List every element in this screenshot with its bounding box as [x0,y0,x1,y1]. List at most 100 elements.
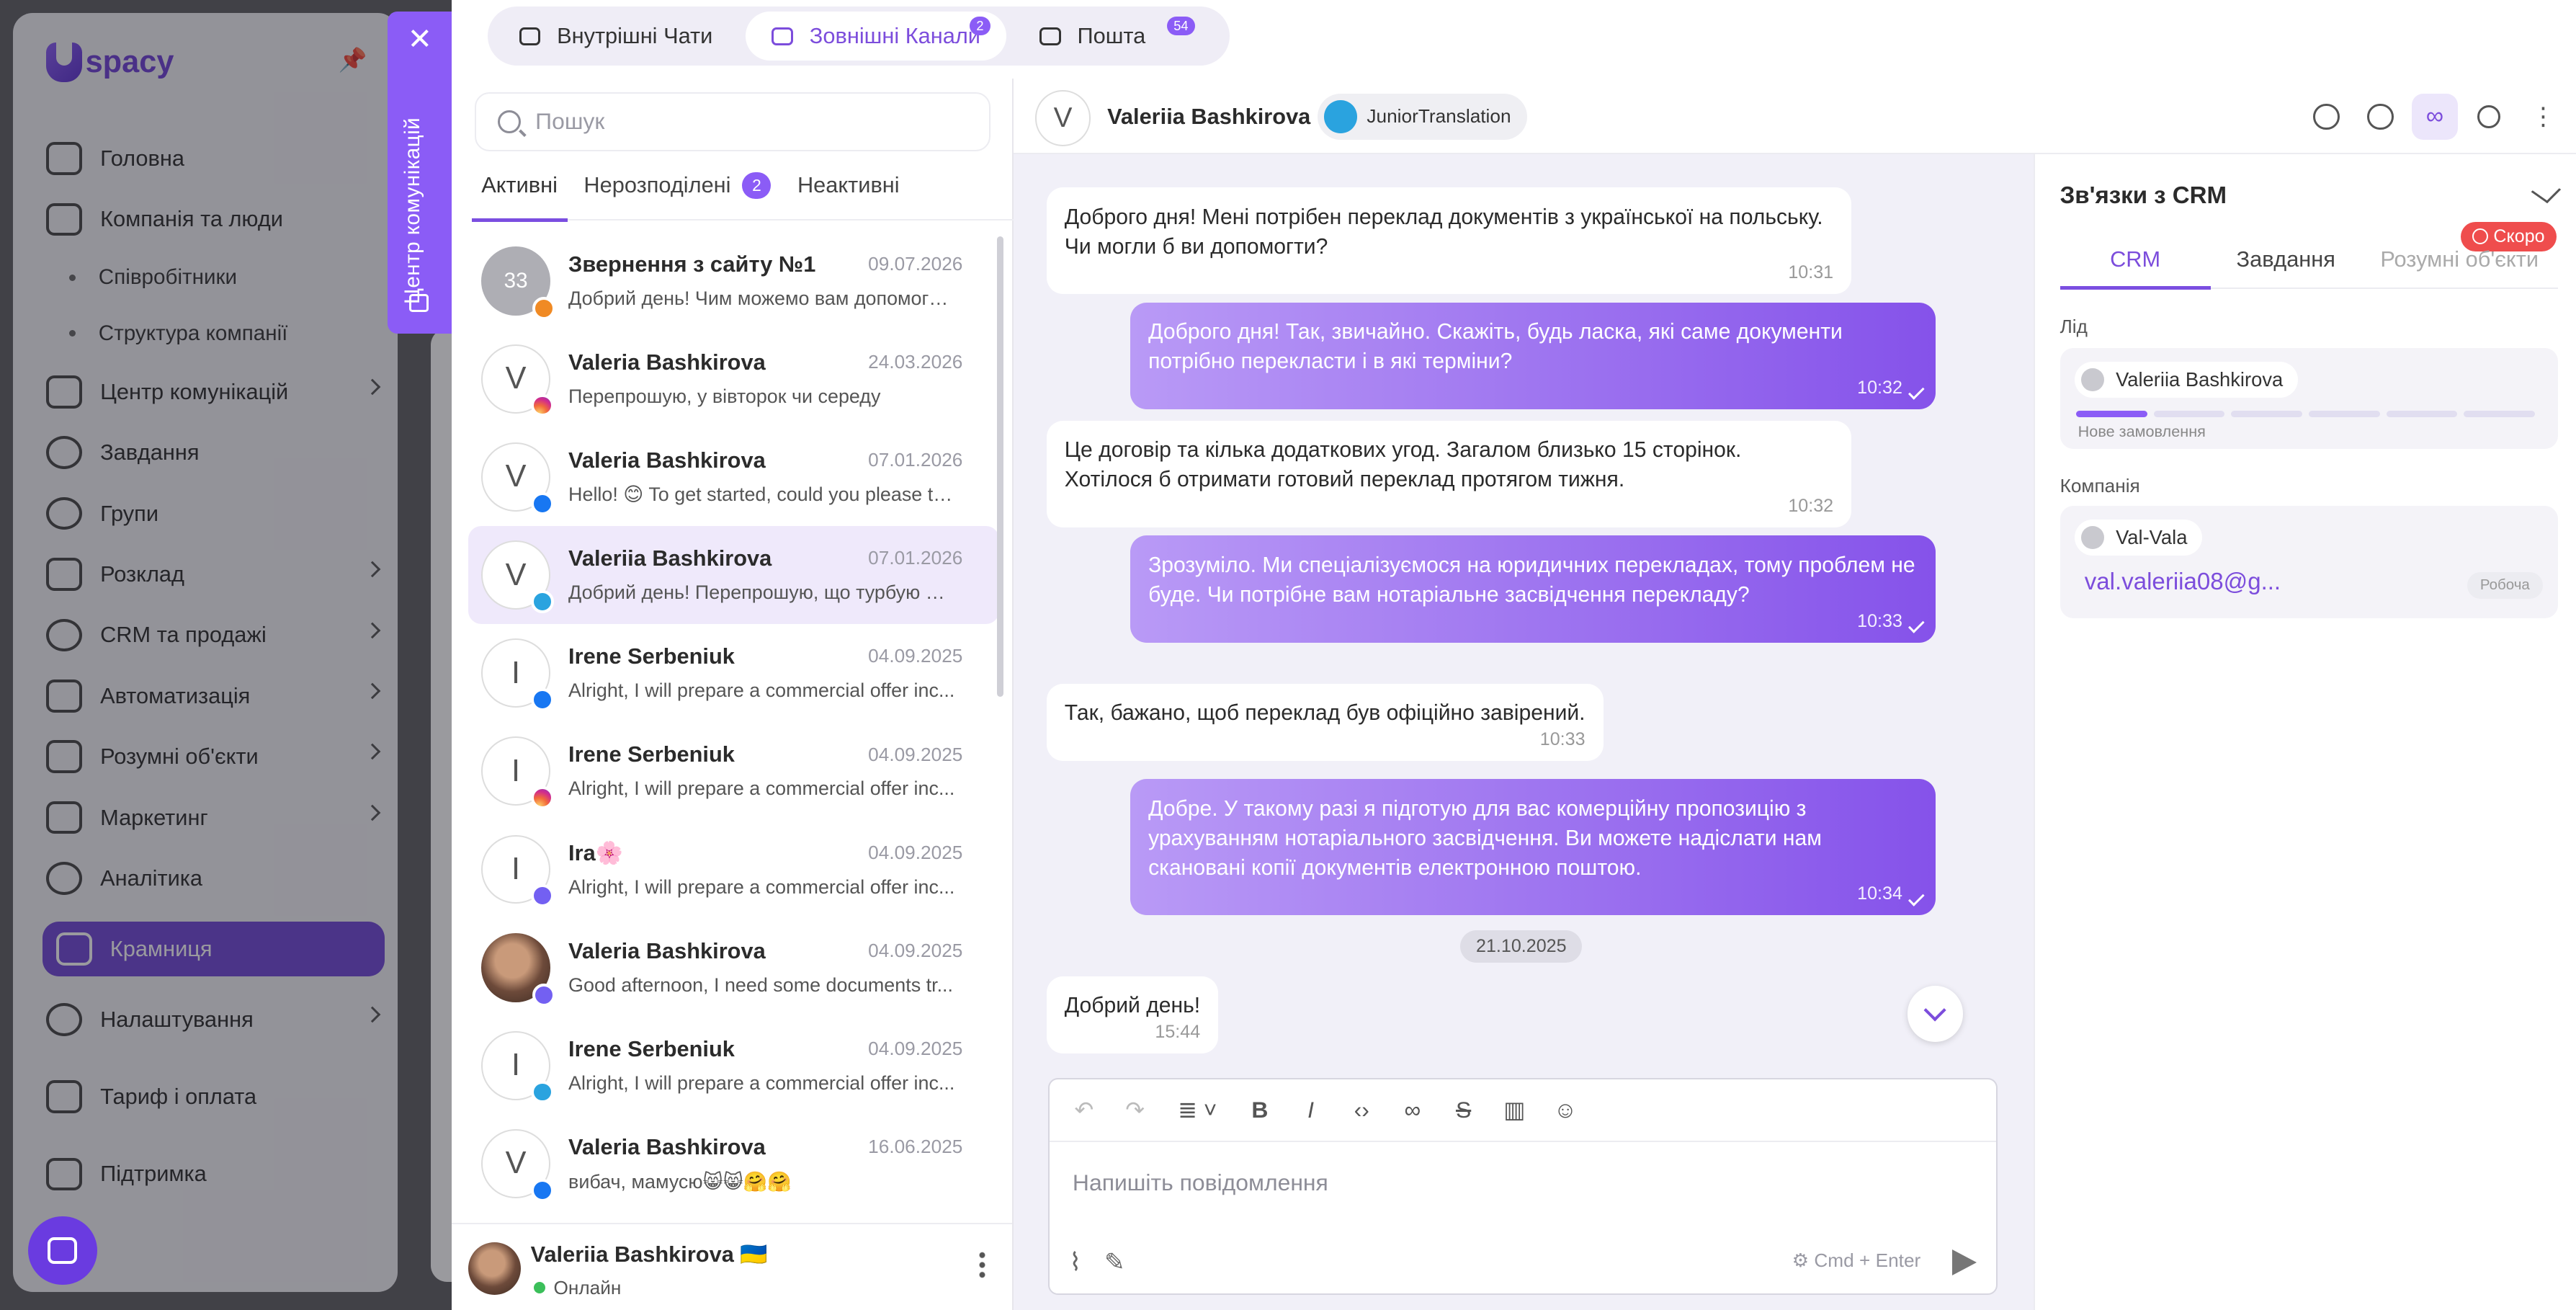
chat-list-scrollbar[interactable] [997,236,1004,697]
strikethrough-icon[interactable]: S [1446,1097,1482,1123]
send-icon[interactable] [1951,1249,1977,1276]
incoming-message[interactable]: Доброго дня! Мені потрібен переклад доку… [1046,187,1852,295]
incoming-message[interactable]: Добрий день! 15:44 [1046,976,1219,1053]
nav-settings[interactable]: Налаштування [45,989,381,1050]
chat-list-item[interactable]: V Valeria Bashkirova 24.03.2026 Перепрошую,… [468,330,999,428]
search-box[interactable]: Пошук [475,92,991,151]
more-icon[interactable]: ⋮ [2520,94,2566,140]
incoming-message[interactable]: Так, бажано, щоб переклад був офіційно з… [1046,683,1604,761]
link-icon[interactable]: ∞ [1395,1097,1431,1123]
communication-center-tab[interactable]: ✕ Центр комунікацій [388,11,452,334]
gear-icon [45,1003,83,1036]
chat-list-item[interactable]: V Valeriia Bashkirova 07.01.2026 Добрий ден… [468,525,999,625]
chat-list-item[interactable]: V Valeria Bashkirova 16.06.2025 вибач, маму… [468,1115,999,1213]
chat-list-item[interactable]: I Irene Serbeniuk 04.09.2025 Alright, I wil… [468,624,999,722]
contact-name[interactable]: Valeriia Bashkirova [1107,104,1310,130]
chat-launcher-button[interactable] [27,1216,97,1286]
tab-internal-chats[interactable]: Внутрішні Чати [493,12,739,61]
company-pill[interactable]: Val-Vala [2075,519,2202,556]
company-card[interactable]: Val-Vala val.valeriia08@g... Робоча [2060,506,2558,618]
avatar: V [481,540,554,613]
bold-icon[interactable]: B [1242,1097,1278,1123]
nav-support[interactable]: Підтримка [45,1144,381,1204]
text-style-icon[interactable]: ≣ ˅ [1168,1096,1227,1123]
italic-icon[interactable]: I [1292,1097,1328,1123]
chat-list-item[interactable]: I Irene Serbeniuk 04.09.2025 Alright, I wil… [468,1017,999,1115]
tab-mail[interactable]: Пошта 54 [1014,12,1218,61]
pin-icon[interactable]: 📌 [339,46,367,73]
channel-chip[interactable]: JuniorTranslation [1318,93,1528,140]
more-icon[interactable] [979,1250,986,1280]
scroll-down-button[interactable] [1907,986,1964,1042]
info-icon[interactable] [2304,94,2350,140]
search-input[interactable]: Пошук [535,108,604,135]
tab-badge: 2 [970,16,990,36]
help-icon [45,1157,83,1191]
nav-home[interactable]: Головна [45,128,381,189]
redo-icon[interactable]: ↷ [1117,1096,1153,1123]
nav-tasks[interactable]: Завдання [45,422,381,483]
message-input[interactable]: Напишіть повідомлення [1073,1169,1328,1196]
scan-icon [45,740,83,773]
lead-card[interactable]: Valeriia Bashkirova Нове замовлення [2060,348,2558,449]
tab-tasks[interactable]: Завдання [2211,246,2361,288]
attach-icon[interactable]: ⌇ [1069,1248,1081,1277]
nav-analytics[interactable]: Аналітика [45,848,381,909]
nav-employees[interactable]: Співробітники [46,250,381,306]
nav-marketing[interactable]: Маркетинг [45,787,381,847]
viber-icon [532,984,555,1007]
tab-crm[interactable]: CRM [2060,246,2211,290]
tab-inactive[interactable]: Неактивні [787,164,909,220]
quick-reply-icon[interactable]: ✎ [1104,1248,1125,1277]
nav-groups[interactable]: Групи [45,483,381,543]
chat-list-item[interactable]: V Valeria Bashkirova 07.01.2026 Hello! 😊 To… [468,428,999,526]
main-nav: Головна Компанія та люди Співробітники С… [43,128,954,1205]
tab-external-channels[interactable]: Зовнішні Канали 2 [745,11,1007,61]
nav-communications[interactable]: Центр комунікацій [45,362,381,422]
chat-list-item[interactable]: 33 Звернення з сайту №1 09.07.2026 Добрий д… [468,232,999,330]
avatar: V [481,1129,554,1202]
chat-name: Ira🌸 [568,840,623,866]
chat-list-item[interactable]: Valeria Bashkirova 04.09.2025 Good afterno… [468,919,999,1017]
chat-list-item[interactable]: I Irene Serbeniuk 04.09.2025 Alright, I wil… [468,722,999,820]
avatar: I [481,638,554,711]
nav-company[interactable]: Компанія та люди [45,189,954,249]
outgoing-message[interactable]: Доброго дня! Так, звичайно. Скажіть, буд… [1130,302,1936,409]
crm-title: Зв'язки з CRM [2060,182,2227,210]
incoming-message[interactable]: Це договір та кілька додаткових угод. За… [1046,420,1852,528]
check-circle-icon[interactable] [2358,94,2404,140]
chevron-right-icon [364,682,380,700]
nav-store[interactable]: Крамниця [43,922,385,976]
code-icon[interactable]: ‹› [1343,1097,1379,1123]
communication-center-label: Центр комунікацій [401,117,425,304]
nav-automation[interactable]: Автоматизація [45,666,381,726]
nav-crm[interactable]: CRM та продажі [45,605,381,665]
tab-active[interactable]: Активні [471,164,568,222]
tab-unassigned[interactable]: Нерозподілені 2 [574,164,781,220]
chat-name: Valeria Bashkirova [568,349,766,375]
undo-icon[interactable]: ↶ [1066,1096,1102,1123]
lead-pill[interactable]: Valeriia Bashkirova [2075,361,2298,398]
outgoing-message[interactable]: Добре. У такому разі я підготую для вас … [1130,779,1936,916]
nav-smart-objects[interactable]: Розумні об'єкти [45,726,381,787]
message-text: Доброго дня! Так, звичайно. Скажіть, буд… [1148,320,1843,374]
trash-icon[interactable]: ▥ [1496,1096,1532,1123]
outgoing-message[interactable]: Зрозуміло. Ми спеціалізуємося на юридичн… [1130,535,1936,643]
current-user: Valeriia Bashkirova 🇺🇦 Онлайн [452,1222,1012,1310]
company-email[interactable]: val.valeriia08@g... [2085,569,2281,596]
close-icon[interactable]: ✕ [408,24,432,54]
coins-icon [45,618,83,652]
logo[interactable]: spacy [45,43,174,83]
tab-smart-objects[interactable]: Розумні об'єкти [2361,246,2558,288]
emoji-icon[interactable]: ☺ [1547,1097,1583,1123]
chat-list-item[interactable]: I Ira🌸 04.09.2025 Alright, I will prepare a… [468,820,999,918]
chat-name: Irene Serbeniuk [568,1035,735,1061]
wallet-icon [45,1080,83,1113]
search-icon[interactable] [2466,94,2512,140]
nav-schedule[interactable]: Розклад [45,544,381,605]
link-icon[interactable]: ∞ [2411,93,2458,140]
home-icon [45,142,83,175]
nav-structure[interactable]: Структура компанії [46,306,381,362]
edit-icon[interactable] [2531,177,2562,204]
nav-billing[interactable]: Тариф і оплата [45,1066,381,1127]
